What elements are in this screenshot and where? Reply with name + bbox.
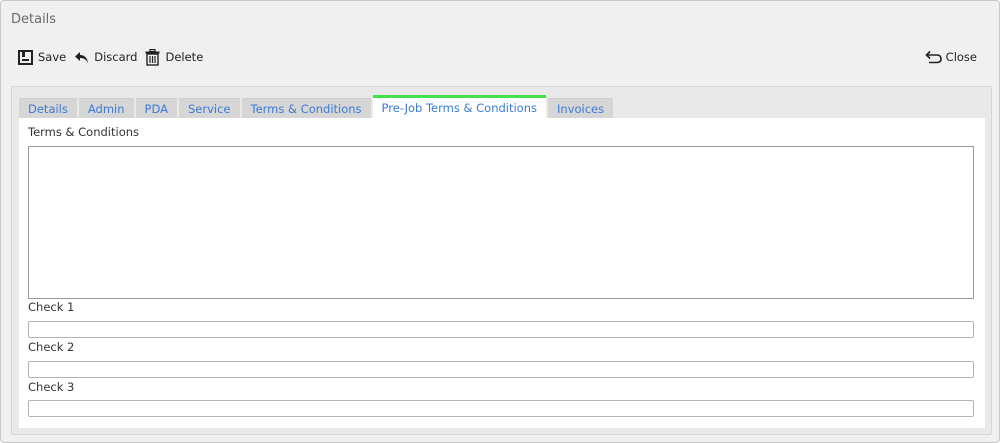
toolbar: Save Discard Delete: [18, 47, 211, 67]
trash-icon: [145, 48, 160, 66]
tab-pre-job-terms-conditions[interactable]: Pre-Job Terms & Conditions: [372, 95, 547, 118]
save-label: Save: [38, 50, 67, 64]
tab-service[interactable]: Service: [179, 98, 240, 118]
tab-pda[interactable]: PDA: [135, 98, 177, 118]
tab-content: Terms & Conditions Check 1 Check 2 Check…: [19, 118, 985, 428]
check2-input[interactable]: [28, 361, 974, 378]
details-window: Details Save Discard Delete Close Detail…: [0, 0, 1000, 443]
details-panel: Details Admin PDA Service Terms & Condit…: [11, 86, 992, 435]
tab-invoices[interactable]: Invoices: [548, 98, 614, 118]
save-button[interactable]: Save: [18, 49, 67, 65]
delete-button[interactable]: Delete: [145, 48, 204, 66]
discard-button[interactable]: Discard: [74, 50, 137, 64]
close-label: Close: [945, 50, 977, 64]
undo-arrow-icon: [75, 51, 89, 63]
tab-terms-conditions[interactable]: Terms & Conditions: [241, 98, 371, 118]
check2-label: Check 2: [28, 340, 75, 354]
check3-label: Check 3: [28, 380, 75, 394]
terms-label: Terms & Conditions: [28, 125, 140, 139]
check1-label: Check 1: [28, 300, 75, 314]
delete-label: Delete: [165, 50, 204, 64]
window-title: Details: [11, 12, 57, 27]
close-button[interactable]: Close: [925, 47, 977, 67]
return-arrow-icon: [925, 50, 942, 64]
tab-admin[interactable]: Admin: [78, 98, 134, 118]
check3-input[interactable]: [28, 400, 974, 417]
save-icon: [18, 49, 33, 65]
tab-bar: Details Admin PDA Service Terms & Condit…: [19, 95, 615, 118]
terms-textarea[interactable]: [28, 146, 974, 299]
check1-input[interactable]: [28, 321, 974, 338]
discard-label: Discard: [94, 50, 138, 64]
tab-details[interactable]: Details: [19, 98, 77, 118]
